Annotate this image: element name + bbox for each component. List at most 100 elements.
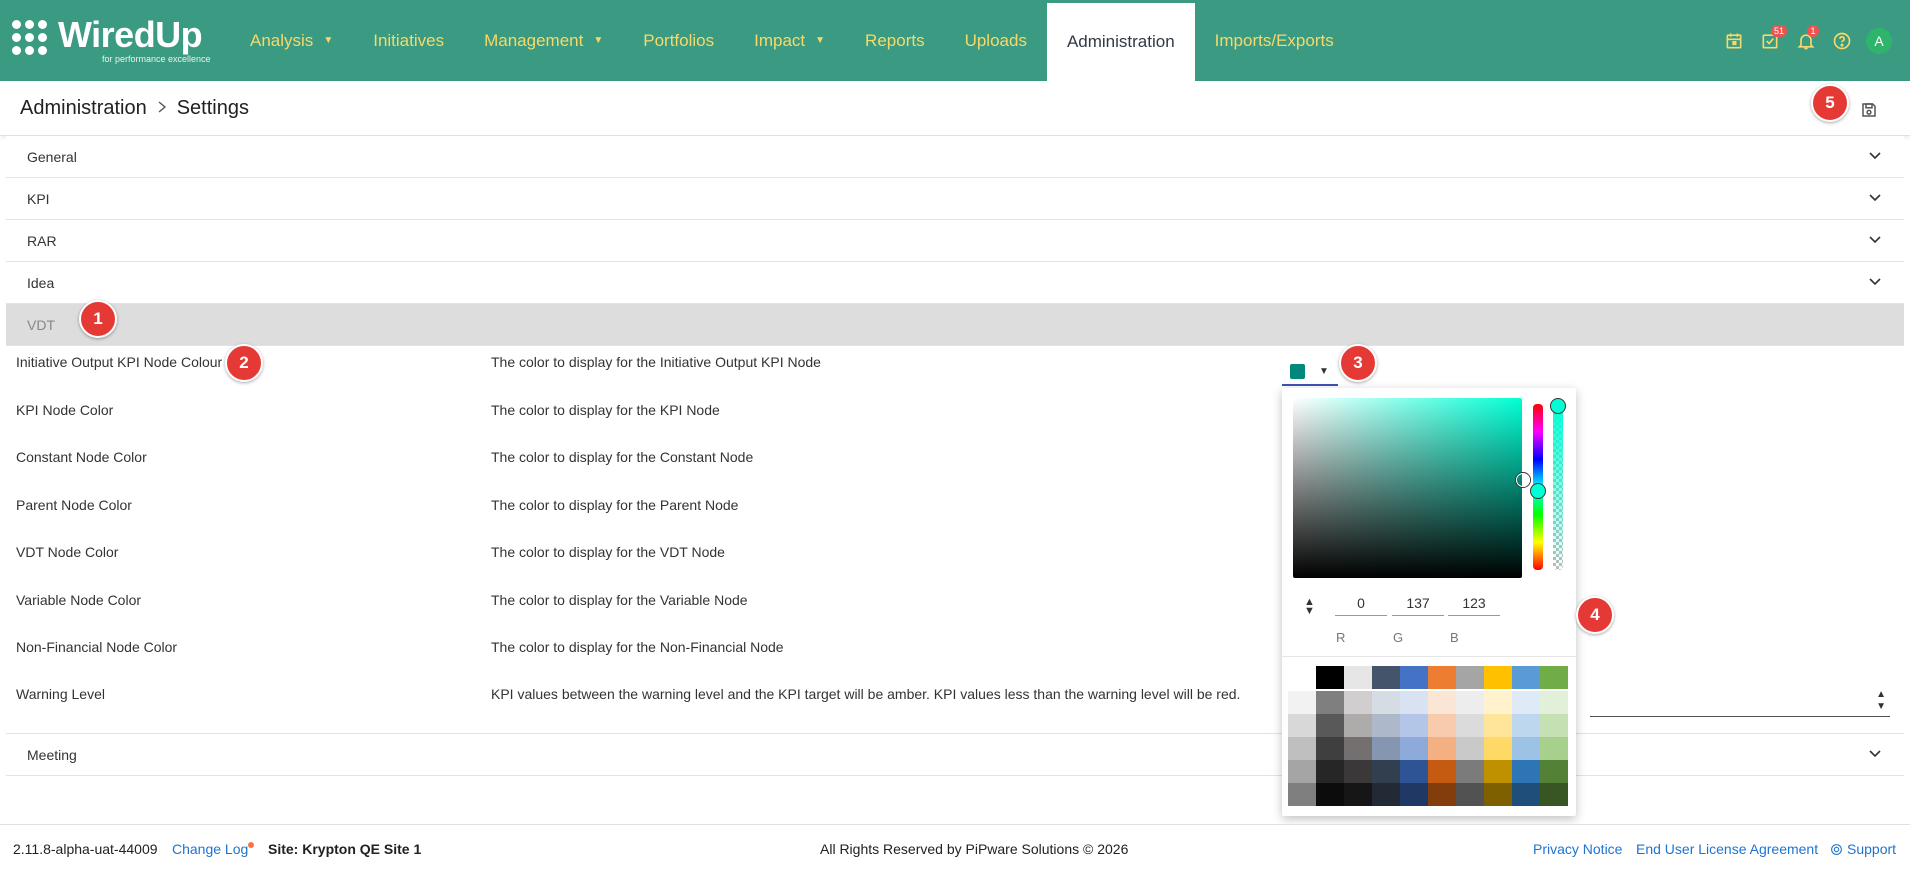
- nav-management[interactable]: Management ▼: [464, 0, 623, 81]
- palette-swatch[interactable]: [1400, 666, 1428, 689]
- avatar[interactable]: A: [1866, 27, 1892, 54]
- palette-swatch[interactable]: [1428, 783, 1456, 806]
- palette-swatch[interactable]: [1428, 760, 1456, 783]
- initiative-output-color-select[interactable]: ▼: [1282, 358, 1338, 386]
- wiredup-logo[interactable]: WiredUp for performance excellence: [12, 14, 222, 66]
- palette-swatch[interactable]: [1288, 691, 1316, 714]
- palette-swatch[interactable]: [1456, 691, 1484, 714]
- palette-swatch[interactable]: [1344, 783, 1372, 806]
- changelog-link[interactable]: Change Log: [172, 841, 248, 857]
- palette-swatch[interactable]: [1484, 760, 1512, 783]
- palette-swatch[interactable]: [1372, 691, 1400, 714]
- palette-swatch[interactable]: [1540, 714, 1568, 737]
- palette-swatch[interactable]: [1344, 691, 1372, 714]
- palette-swatch[interactable]: [1344, 666, 1372, 689]
- palette-swatch[interactable]: [1456, 666, 1484, 689]
- nav-reports[interactable]: Reports: [845, 0, 945, 81]
- palette-swatch[interactable]: [1512, 691, 1540, 714]
- palette-swatch[interactable]: [1316, 783, 1344, 806]
- palette-swatch[interactable]: [1484, 691, 1512, 714]
- palette-swatch[interactable]: [1316, 666, 1344, 689]
- palette-swatch[interactable]: [1372, 783, 1400, 806]
- nav-impact[interactable]: Impact ▼: [734, 0, 845, 81]
- palette-swatch[interactable]: [1540, 760, 1568, 783]
- color-mode-toggle-icon[interactable]: ▲ ▼: [1304, 597, 1315, 617]
- alpha-slider-handle[interactable]: [1550, 398, 1566, 414]
- palette-swatch[interactable]: [1456, 783, 1484, 806]
- palette-swatch[interactable]: [1428, 666, 1456, 689]
- page-title: Settings: [176, 97, 249, 119]
- palette-swatch[interactable]: [1540, 737, 1568, 760]
- palette-swatch[interactable]: [1288, 737, 1316, 760]
- palette-swatch[interactable]: [1512, 760, 1540, 783]
- nav-initiatives[interactable]: Initiatives: [353, 0, 464, 81]
- palette-swatch[interactable]: [1456, 714, 1484, 737]
- red-input[interactable]: 0: [1335, 590, 1387, 616]
- accordion-general[interactable]: General: [6, 136, 1904, 178]
- save-button[interactable]: [1856, 97, 1882, 123]
- eula-link[interactable]: End User License Agreement: [1636, 841, 1818, 857]
- accordion-kpi[interactable]: KPI: [6, 178, 1904, 220]
- palette-swatch[interactable]: [1540, 691, 1568, 714]
- hue-slider-handle[interactable]: [1530, 483, 1546, 499]
- nav-analysis[interactable]: Analysis ▼: [230, 0, 353, 81]
- bell-icon[interactable]: 1: [1788, 23, 1824, 59]
- palette-swatch[interactable]: [1512, 714, 1540, 737]
- palette-swatch[interactable]: [1428, 714, 1456, 737]
- palette-swatch[interactable]: [1540, 783, 1568, 806]
- palette-swatch[interactable]: [1288, 666, 1316, 689]
- palette-swatch[interactable]: [1316, 760, 1344, 783]
- accordion-rar[interactable]: RAR: [6, 220, 1904, 262]
- palette-swatch[interactable]: [1512, 737, 1540, 760]
- nav-uploads[interactable]: Uploads: [945, 0, 1047, 81]
- blue-input[interactable]: 123: [1448, 590, 1500, 616]
- palette-swatch[interactable]: [1344, 737, 1372, 760]
- palette-swatch[interactable]: [1484, 783, 1512, 806]
- palette-swatch[interactable]: [1288, 783, 1316, 806]
- palette-swatch[interactable]: [1400, 760, 1428, 783]
- palette-swatch[interactable]: [1456, 760, 1484, 783]
- palette-swatch[interactable]: [1400, 714, 1428, 737]
- palette-swatch[interactable]: [1540, 666, 1568, 689]
- saturation-handle[interactable]: [1516, 473, 1530, 487]
- palette-swatch[interactable]: [1512, 666, 1540, 689]
- palette-swatch[interactable]: [1288, 760, 1316, 783]
- palette-swatch[interactable]: [1344, 760, 1372, 783]
- support-link[interactable]: Support: [1830, 841, 1896, 857]
- palette-swatch[interactable]: [1372, 760, 1400, 783]
- palette-swatch[interactable]: [1484, 666, 1512, 689]
- warning-level-input[interactable]: ▲ ▼: [1590, 685, 1890, 717]
- number-spinner-icon[interactable]: ▲ ▼: [1876, 689, 1886, 713]
- breadcrumb-administration[interactable]: Administration: [20, 97, 147, 120]
- palette-swatch[interactable]: [1400, 691, 1428, 714]
- palette-swatch[interactable]: [1484, 714, 1512, 737]
- calendar-icon[interactable]: [1716, 23, 1752, 59]
- alpha-slider[interactable]: [1553, 404, 1563, 570]
- nav-portfolios[interactable]: Portfolios: [623, 0, 734, 81]
- palette-swatch[interactable]: [1372, 666, 1400, 689]
- help-icon[interactable]: [1824, 23, 1860, 59]
- palette-swatch[interactable]: [1400, 783, 1428, 806]
- palette-swatch[interactable]: [1456, 737, 1484, 760]
- palette-swatch[interactable]: [1372, 737, 1400, 760]
- palette-swatch[interactable]: [1428, 737, 1456, 760]
- tasks-icon[interactable]: 51: [1752, 23, 1788, 59]
- palette-swatch[interactable]: [1316, 691, 1344, 714]
- palette-swatch[interactable]: [1288, 714, 1316, 737]
- palette-swatch[interactable]: [1400, 737, 1428, 760]
- saturation-value-area[interactable]: [1293, 398, 1522, 578]
- palette-swatch[interactable]: [1484, 737, 1512, 760]
- green-input[interactable]: 137: [1392, 590, 1444, 616]
- palette-swatch[interactable]: [1372, 714, 1400, 737]
- nav-administration[interactable]: Administration: [1046, 3, 1195, 81]
- privacy-link[interactable]: Privacy Notice: [1533, 841, 1622, 857]
- palette-swatch[interactable]: [1344, 714, 1372, 737]
- nav-imports-exports[interactable]: Imports/Exports: [1195, 0, 1354, 81]
- accordion-meeting[interactable]: Meeting: [6, 734, 1904, 776]
- palette-swatch[interactable]: [1512, 783, 1540, 806]
- palette-swatch[interactable]: [1316, 714, 1344, 737]
- accordion-idea[interactable]: Idea: [6, 262, 1904, 304]
- accordion-vdt[interactable]: VDT: [6, 304, 1904, 346]
- palette-swatch[interactable]: [1428, 691, 1456, 714]
- palette-swatch[interactable]: [1316, 737, 1344, 760]
